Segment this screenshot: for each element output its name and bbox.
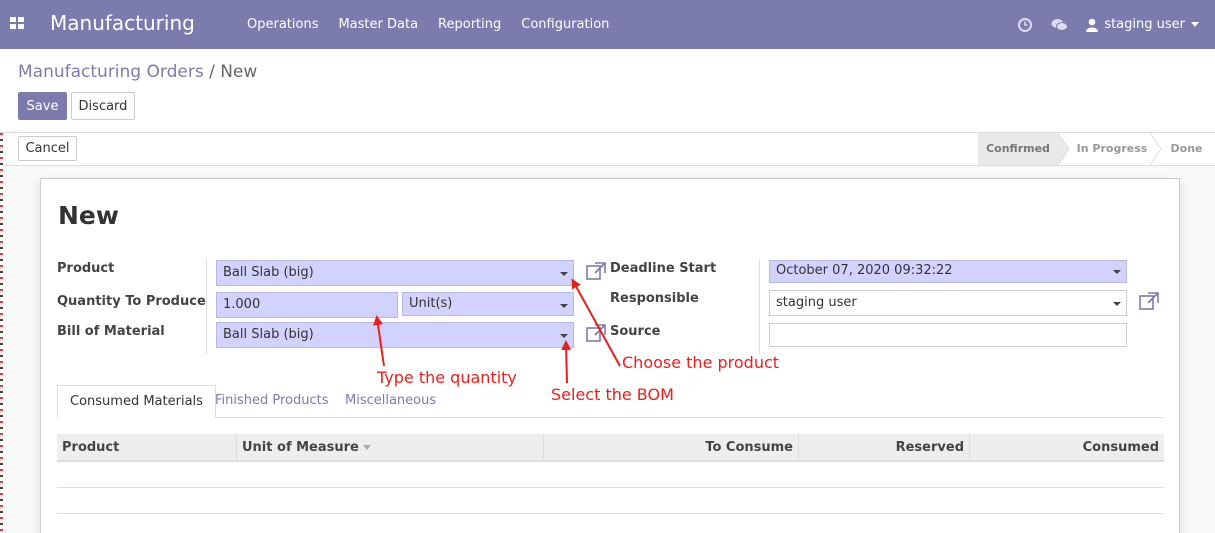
main-menu: Operations Master Data Reporting Configu…	[237, 0, 619, 49]
form-sheet: New Product Quantity To Produce Bill of …	[40, 178, 1180, 533]
quantity-value: 1.000	[223, 297, 261, 312]
user-name: staging user	[1104, 17, 1185, 32]
source-label: Source	[610, 324, 661, 339]
chevron-down-icon[interactable]	[560, 334, 568, 338]
menu-master-data[interactable]: Master Data	[328, 0, 428, 49]
apps-grid-icon[interactable]	[10, 17, 24, 29]
table-row[interactable]	[57, 462, 1164, 488]
bom-label: Bill of Material	[57, 324, 165, 339]
column-consumed[interactable]: Consumed	[970, 434, 1164, 462]
column-reserved[interactable]: Reserved	[799, 434, 970, 462]
window-edge	[0, 133, 3, 533]
uom-value: Unit(s)	[409, 296, 453, 311]
responsible-label: Responsible	[610, 291, 699, 306]
quantity-label: Quantity To Produce	[57, 294, 206, 309]
menu-reporting[interactable]: Reporting	[428, 0, 511, 49]
column-to-consume[interactable]: To Consume	[544, 434, 799, 462]
column-unit-of-measure-label: Unit of Measure	[242, 440, 359, 455]
chevron-down-icon[interactable]	[560, 272, 568, 276]
external-link-icon[interactable]	[586, 262, 606, 280]
cancel-button[interactable]: Cancel	[18, 136, 77, 161]
bom-select[interactable]: Ball Slab (big)	[216, 322, 574, 348]
group-divider	[759, 259, 760, 354]
quantity-input[interactable]: 1.000	[216, 292, 398, 318]
navbar-right: staging user	[1008, 0, 1215, 49]
tab-miscellaneous[interactable]: Miscellaneous	[333, 385, 448, 418]
chevron-down-icon	[1191, 22, 1199, 27]
annotation-type-quantity: Type the quantity	[377, 368, 517, 387]
clock-icon[interactable]	[1008, 0, 1042, 49]
discard-button[interactable]: Discard	[71, 92, 135, 120]
deadline-datetime[interactable]: October 07, 2020 09:32:22	[769, 260, 1127, 283]
menu-configuration[interactable]: Configuration	[511, 0, 619, 49]
breadcrumb-separator: /	[209, 62, 215, 82]
column-unit-of-measure[interactable]: Unit of Measure	[237, 434, 544, 462]
consumed-materials-table: Product Unit of Measure To Consume Reser…	[57, 434, 1164, 514]
uom-select[interactable]: Unit(s)	[402, 292, 574, 316]
breadcrumb-current: New	[220, 62, 258, 82]
breadcrumb: Manufacturing Orders / New	[18, 62, 257, 82]
chat-icon[interactable]	[1042, 0, 1076, 49]
user-menu[interactable]: staging user	[1076, 17, 1215, 32]
top-navbar: Manufacturing Operations Master Data Rep…	[0, 0, 1215, 49]
deadline-label: Deadline Start	[610, 261, 717, 276]
source-input[interactable]	[769, 323, 1127, 347]
product-value: Ball Slab (big)	[223, 265, 314, 280]
external-link-icon[interactable]	[1139, 292, 1159, 310]
stage-confirmed: Confirmed	[978, 133, 1058, 165]
record-title: New	[58, 201, 119, 230]
app-title: Manufacturing	[50, 11, 195, 35]
sort-icon	[362, 445, 371, 450]
chevron-down-icon[interactable]	[560, 304, 568, 308]
product-select[interactable]: Ball Slab (big)	[216, 260, 574, 286]
annotation-select-bom: Select the BOM	[551, 385, 674, 404]
responsible-value: staging user	[776, 295, 857, 310]
stage-in-progress: In Progress	[1076, 142, 1148, 155]
save-button[interactable]: Save	[18, 92, 67, 120]
group-divider	[206, 259, 207, 354]
bom-value: Ball Slab (big)	[223, 327, 314, 342]
menu-operations[interactable]: Operations	[237, 0, 328, 49]
responsible-select[interactable]: staging user	[769, 290, 1127, 316]
product-label: Product	[57, 261, 115, 276]
column-product[interactable]: Product	[57, 434, 237, 462]
chevron-down-icon[interactable]	[1113, 270, 1121, 274]
control-panel: Manufacturing Orders / New Save Discard	[0, 49, 1215, 133]
annotation-choose-product: Choose the product	[622, 353, 780, 372]
deadline-value: October 07, 2020 09:32:22	[776, 263, 953, 278]
stage-done: Done	[1170, 142, 1203, 155]
chevron-down-icon[interactable]	[1113, 302, 1121, 306]
breadcrumb-parent[interactable]: Manufacturing Orders	[18, 62, 204, 82]
tab-consumed-materials[interactable]: Consumed Materials	[57, 385, 216, 418]
table-row[interactable]	[57, 488, 1164, 514]
external-link-icon[interactable]	[586, 324, 606, 342]
tab-finished-products[interactable]: Finished Products	[203, 385, 341, 418]
user-icon	[1086, 18, 1099, 32]
status-bar: Cancel Confirmed In Progress Done	[0, 133, 1215, 166]
table-header: Product Unit of Measure To Consume Reser…	[57, 434, 1164, 462]
